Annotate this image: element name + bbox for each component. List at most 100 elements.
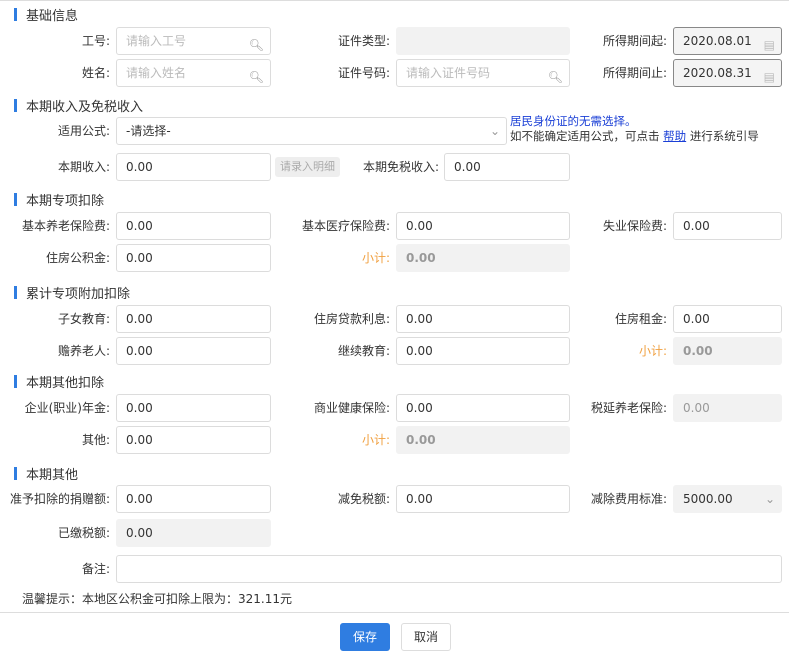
section-marker xyxy=(14,467,17,480)
cancel-button[interactable]: 取消 xyxy=(401,623,451,651)
donation-label: 准予扣除的捐赠额: xyxy=(9,492,110,506)
section-income: 本期收入及免税收入 xyxy=(14,96,143,115)
unemploy-input[interactable]: 0.00 xyxy=(673,212,782,240)
edu-input[interactable]: 0.00 xyxy=(396,337,570,365)
income-label: 本期收入: xyxy=(57,160,110,174)
section-marker xyxy=(14,99,17,112)
housing-input[interactable]: 0.00 xyxy=(116,244,271,272)
chevron-down-icon: ⌄ xyxy=(764,492,775,506)
loan-input[interactable]: 0.00 xyxy=(396,305,570,333)
section-title: 本期其他扣除 xyxy=(26,376,105,391)
save-button[interactable]: 保存 xyxy=(340,623,390,651)
section-marker xyxy=(14,8,17,21)
deferred-label: 税延养老保险: xyxy=(590,401,667,415)
rent-label: 住房租金: xyxy=(614,312,667,326)
calendar-icon[interactable]: ▤ xyxy=(764,32,775,54)
section-basic: 基础信息 xyxy=(14,5,78,24)
subtotal-label: 小计: xyxy=(361,433,390,447)
pension-input[interactable]: 0.00 xyxy=(116,212,271,240)
medical-input[interactable]: 0.00 xyxy=(396,212,570,240)
period-end-value: 2020.08.31 xyxy=(683,66,752,80)
relief-input[interactable]: 0.00 xyxy=(396,485,570,513)
other-label: 其他: xyxy=(81,433,110,447)
enter-detail-button[interactable]: 请录入明细 xyxy=(275,157,340,177)
placeholder: 请输入工号 xyxy=(126,34,187,48)
remark-input[interactable] xyxy=(116,555,782,583)
exempt-input[interactable]: 0.00 xyxy=(444,153,570,181)
annuity-label: 企业(职业)年金: xyxy=(24,401,110,415)
section-title: 本期其他 xyxy=(26,468,79,483)
subtotal-label: 小计: xyxy=(638,344,667,358)
section-marker xyxy=(14,375,17,388)
section-special: 本期专项扣除 xyxy=(14,190,104,209)
period-start-label: 所得期间起: xyxy=(602,34,667,48)
section-title: 本期收入及免税收入 xyxy=(26,100,144,115)
health-label: 商业健康保险: xyxy=(313,401,390,415)
pension-label: 基本养老保险费: xyxy=(21,219,110,233)
section-title: 本期专项扣除 xyxy=(26,194,105,209)
period-end-field[interactable]: 2020.08.31 ▤ xyxy=(673,59,782,87)
paid-field: 0.00 xyxy=(116,519,271,547)
standard-value: 5000.00 xyxy=(683,492,733,506)
id-type-label: 证件类型: xyxy=(337,34,390,48)
search-icon[interactable]: 🔍︎ xyxy=(249,64,264,86)
id-type-field[interactable] xyxy=(396,27,570,55)
emp-no-label: 工号: xyxy=(81,34,110,48)
formula-value: -请选择- xyxy=(126,124,171,138)
calendar-icon[interactable]: ▤ xyxy=(764,64,775,86)
section-other-deduct: 本期其他扣除 xyxy=(14,372,104,391)
period-start-value: 2020.08.01 xyxy=(683,34,752,48)
help-link[interactable]: 帮助 xyxy=(663,129,686,143)
child-input[interactable]: 0.00 xyxy=(116,305,271,333)
emp-no-input[interactable]: 请输入工号 🔍︎ xyxy=(116,27,271,55)
tip-text: 温馨提示：本地区公积金可扣除上限为：321.11元 xyxy=(22,592,292,606)
section-title: 基础信息 xyxy=(26,9,79,24)
section-other: 本期其他 xyxy=(14,464,78,483)
loan-label: 住房贷款利息: xyxy=(313,312,390,326)
annuity-input[interactable]: 0.00 xyxy=(116,394,271,422)
remark-label: 备注: xyxy=(81,562,110,576)
edu-label: 继续教育: xyxy=(337,344,390,358)
footer-divider xyxy=(0,612,789,613)
section-marker xyxy=(14,193,17,206)
paid-label: 已缴税额: xyxy=(57,526,110,540)
medical-label: 基本医疗保险费: xyxy=(301,219,390,233)
chevron-down-icon: ⌄ xyxy=(489,124,500,138)
search-icon[interactable]: 🔍︎ xyxy=(548,64,563,86)
income-input[interactable]: 0.00 xyxy=(116,153,271,181)
housing-label: 住房公积金: xyxy=(45,251,110,265)
special-subtotal: 0.00 xyxy=(396,244,570,272)
hint-line1: 居民身份证的无需选择。 xyxy=(510,114,637,128)
additional-subtotal: 0.00 xyxy=(673,337,782,365)
section-title: 累计专项附加扣除 xyxy=(26,287,131,302)
unemploy-label: 失业保险费: xyxy=(602,219,667,233)
section-marker xyxy=(14,286,17,299)
period-end-label: 所得期间止: xyxy=(602,66,667,80)
hint-text: 进行系统引导 xyxy=(689,129,759,143)
donation-input[interactable]: 0.00 xyxy=(116,485,271,513)
subtotal-label: 小计: xyxy=(361,251,390,265)
formula-hint: 居民身份证的无需选择。 如不能确定适用公式，可点击 帮助 进行系统引导 xyxy=(510,114,759,144)
formula-label: 适用公式: xyxy=(57,124,110,138)
section-additional: 累计专项附加扣除 xyxy=(14,283,130,302)
elder-label: 赡养老人: xyxy=(57,344,110,358)
hint-text: 如不能确定适用公式，可点击 xyxy=(510,129,660,143)
child-label: 子女教育: xyxy=(57,312,110,326)
top-divider xyxy=(0,0,789,1)
search-icon[interactable]: 🔍︎ xyxy=(249,32,264,54)
health-input[interactable]: 0.00 xyxy=(396,394,570,422)
name-label: 姓名: xyxy=(81,66,110,80)
id-no-label: 证件号码: xyxy=(337,66,390,80)
name-input[interactable]: 请输入姓名 🔍︎ xyxy=(116,59,271,87)
formula-select[interactable]: -请选择- ⌄ xyxy=(116,117,507,145)
elder-input[interactable]: 0.00 xyxy=(116,337,271,365)
standard-select[interactable]: 5000.00 ⌄ xyxy=(673,485,782,513)
id-no-input[interactable]: 请输入证件号码 🔍︎ xyxy=(396,59,570,87)
other-deduct-subtotal: 0.00 xyxy=(396,426,570,454)
rent-input[interactable]: 0.00 xyxy=(673,305,782,333)
period-start-field[interactable]: 2020.08.01 ▤ xyxy=(673,27,782,55)
other-input[interactable]: 0.00 xyxy=(116,426,271,454)
exempt-label: 本期免税收入: xyxy=(362,160,439,174)
relief-label: 减免税额: xyxy=(337,492,390,506)
placeholder: 请输入证件号码 xyxy=(406,66,491,80)
